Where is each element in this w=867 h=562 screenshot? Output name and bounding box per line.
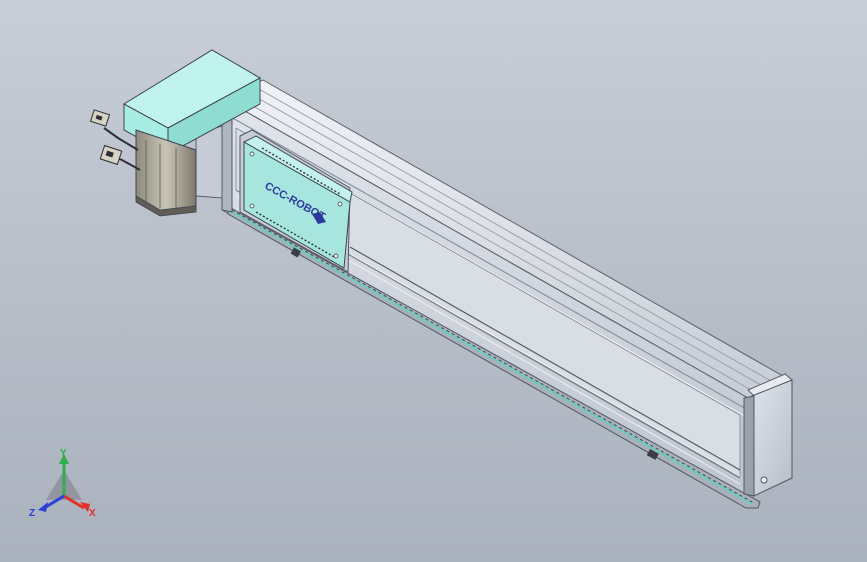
carriage-hole: [249, 203, 255, 209]
end-cap-hole: [760, 476, 768, 484]
end-cap[interactable]: [743, 373, 793, 497]
x-axis-label: X: [89, 508, 96, 519]
z-axis-arrow-icon: [38, 502, 48, 512]
model-view[interactable]: CCC-ROBOT Y X Z: [0, 0, 867, 562]
end-cap-face: [751, 379, 793, 497]
coordinate-triad: Y X Z: [29, 448, 96, 519]
profile-body[interactable]: [220, 79, 792, 497]
y-axis-label: Y: [60, 448, 67, 459]
profile-groove: [221, 111, 749, 411]
carriage-hole: [249, 151, 255, 157]
end-cap-side: [743, 395, 755, 497]
carriage-hole: [337, 201, 343, 207]
carriage-hole: [333, 253, 339, 259]
cad-viewport[interactable]: CCC-ROBOT Y X Z: [0, 0, 867, 562]
z-axis-label: Z: [29, 508, 35, 519]
